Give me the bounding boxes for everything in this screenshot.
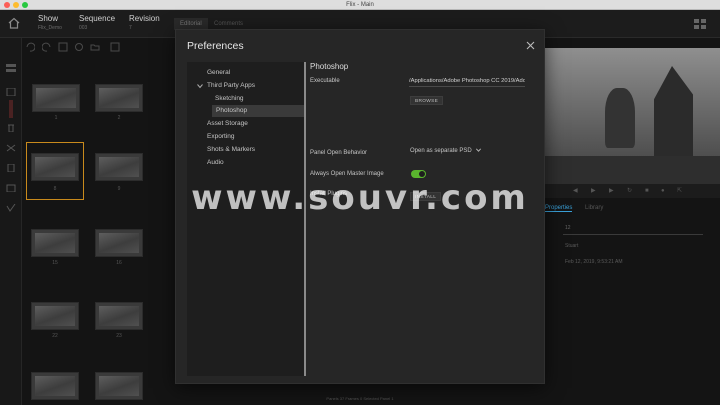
section-title: Photoshop [310,62,349,71]
markers-icon[interactable] [6,88,16,96]
undo-icon[interactable] [25,42,35,52]
folder-icon[interactable] [90,42,100,52]
copy-icon[interactable] [6,164,16,172]
crumb-sequence[interactable]: Sequence 003 [79,14,115,31]
import-icon[interactable] [110,42,120,52]
panel-number: 9 [117,186,121,192]
nav-item-exporting[interactable]: Exporting [187,131,304,143]
panel-open-behavior-select[interactable]: Open as separate PSD [410,148,482,154]
panel-thumbnail[interactable] [32,84,80,112]
crumb-revision[interactable]: Revision 7 [129,14,160,31]
panel-author: Stuart [565,243,579,249]
panel-thumbnail-selected[interactable] [31,153,79,181]
cut-icon[interactable] [6,144,16,152]
panel-number: 23 [116,333,122,339]
nav-item-sketching[interactable]: Sketching [187,93,304,105]
right-panel-tabs: Properties Library [545,203,720,217]
panel-number: 1 [54,115,58,121]
panel-toolbar [22,38,172,56]
install-plugins-label: Install Plugins [310,191,348,197]
panel-thumbnail[interactable] [95,84,143,112]
audio-icon[interactable]: ● [661,188,667,194]
next-frame-icon[interactable]: ▶ [609,188,615,194]
refresh-icon[interactable] [74,42,84,52]
close-icon[interactable] [526,41,535,50]
stop-icon[interactable]: ■ [645,188,651,194]
panel-number-field[interactable]: 12 [563,225,703,235]
crumb-show[interactable]: Show Flix_Demo [38,14,62,31]
nav-item-shots-markers[interactable]: Shots & Markers [187,144,304,156]
panel-thumbnail[interactable] [95,372,143,400]
nav-item-photoshop[interactable]: Photoshop [212,105,304,117]
panel-thumbnail[interactable] [31,302,79,330]
panel-number: 22 [52,333,58,339]
loop-icon[interactable]: ↻ [627,188,633,194]
expand-icon[interactable]: ⇱ [677,188,683,194]
dialog-title: Preferences [187,40,244,52]
panel-thumbnail[interactable] [95,302,143,330]
trash-icon[interactable] [6,124,16,132]
redo-icon[interactable] [42,42,52,52]
panel-thumbnail[interactable] [95,229,143,257]
panel-number: 16 [116,260,122,266]
install-button[interactable]: INSTALL [410,192,442,201]
panel-open-behavior-label: Panel Open Behavior [310,150,368,156]
panel-thumbnail[interactable] [95,153,143,181]
chevron-down-icon [476,148,482,153]
browse-button[interactable]: BROWSE [410,96,444,105]
nav-item-general[interactable]: General [187,67,304,79]
panel-date: Feb 12, 2019, 9:53:21 AM [565,259,623,265]
prev-frame-icon[interactable]: ◀ [573,188,579,194]
paste-icon[interactable] [6,184,16,192]
preferences-dialog: Preferences General Third Party Apps Ske… [175,29,545,384]
left-toolbar [0,38,22,405]
nav-item-audio[interactable]: Audio [187,157,304,169]
play-icon[interactable]: ▶ [591,188,597,194]
executable-label: Executable [310,78,340,84]
status-bar: Panels 37 Frames 0 Selected Panel 1 [326,396,394,401]
tab-library[interactable]: Library [585,205,603,211]
record-icon[interactable] [6,100,16,118]
chevron-down-icon [197,84,203,89]
nav-item-asset-storage[interactable]: Asset Storage [187,118,304,130]
window-titlebar: Flix - Main [0,0,720,10]
playback-controls: ◀ ▶ ▶ ↻ ■ ● ⇱ [545,184,720,198]
panel-number: 2 [117,115,121,121]
executable-path-field[interactable]: /Applications/Adobe Photoshop CC 2019/Ad… [409,76,525,87]
home-icon[interactable] [8,17,20,29]
panels-icon[interactable] [6,64,16,72]
preferences-nav: General Third Party Apps Sketching Photo… [187,62,305,376]
layout-grid-icon[interactable] [694,19,706,29]
panel-number: 15 [52,260,58,266]
panel-viewer[interactable] [545,48,720,184]
always-open-master-toggle[interactable] [411,170,426,178]
pane-divider[interactable] [304,62,306,376]
nav-item-third-party-apps[interactable]: Third Party Apps [187,80,304,92]
always-open-master-label: Always Open Master Image [310,171,384,177]
panel-number: 8 [53,186,57,192]
tab-properties[interactable]: Properties [545,205,573,212]
script-icon[interactable] [6,204,16,212]
window-title: Flix - Main [346,2,374,8]
panel-thumbnail[interactable] [31,372,79,400]
new-panel-icon[interactable] [58,42,68,52]
panel-thumbnail[interactable] [31,229,79,257]
